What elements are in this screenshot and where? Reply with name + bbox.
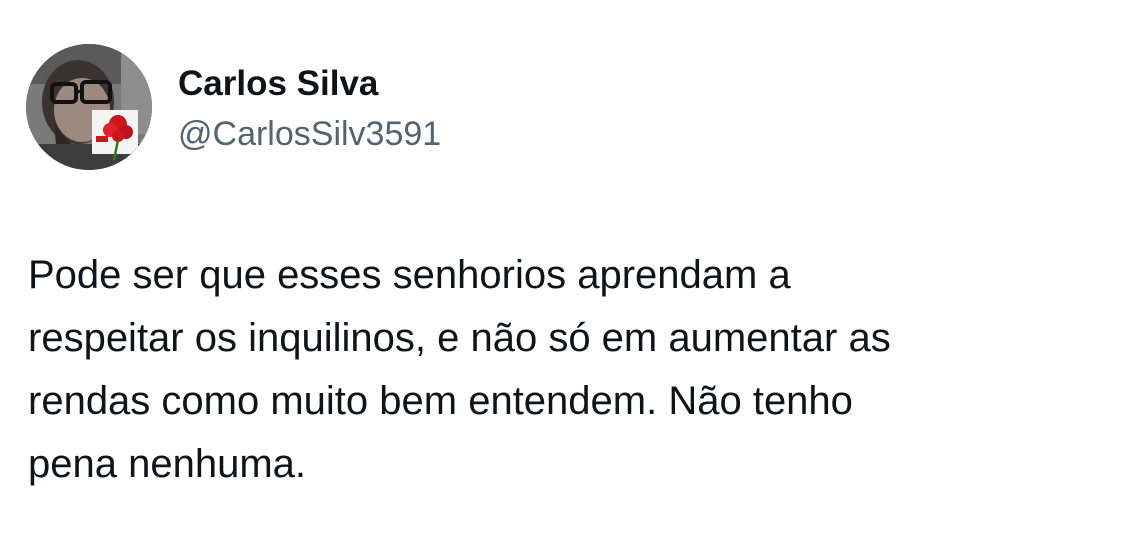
- tweet-card: Carlos Silva @CarlosSilv3591 Pode ser qu…: [0, 0, 1125, 548]
- avatar[interactable]: [26, 44, 152, 170]
- author-display-name[interactable]: Carlos Silva: [178, 64, 378, 104]
- avatar-image: [26, 44, 152, 170]
- author-handle[interactable]: @CarlosSilv3591: [178, 114, 441, 154]
- tweet-text: Pode ser que esses senhorios aprendam a …: [28, 253, 891, 486]
